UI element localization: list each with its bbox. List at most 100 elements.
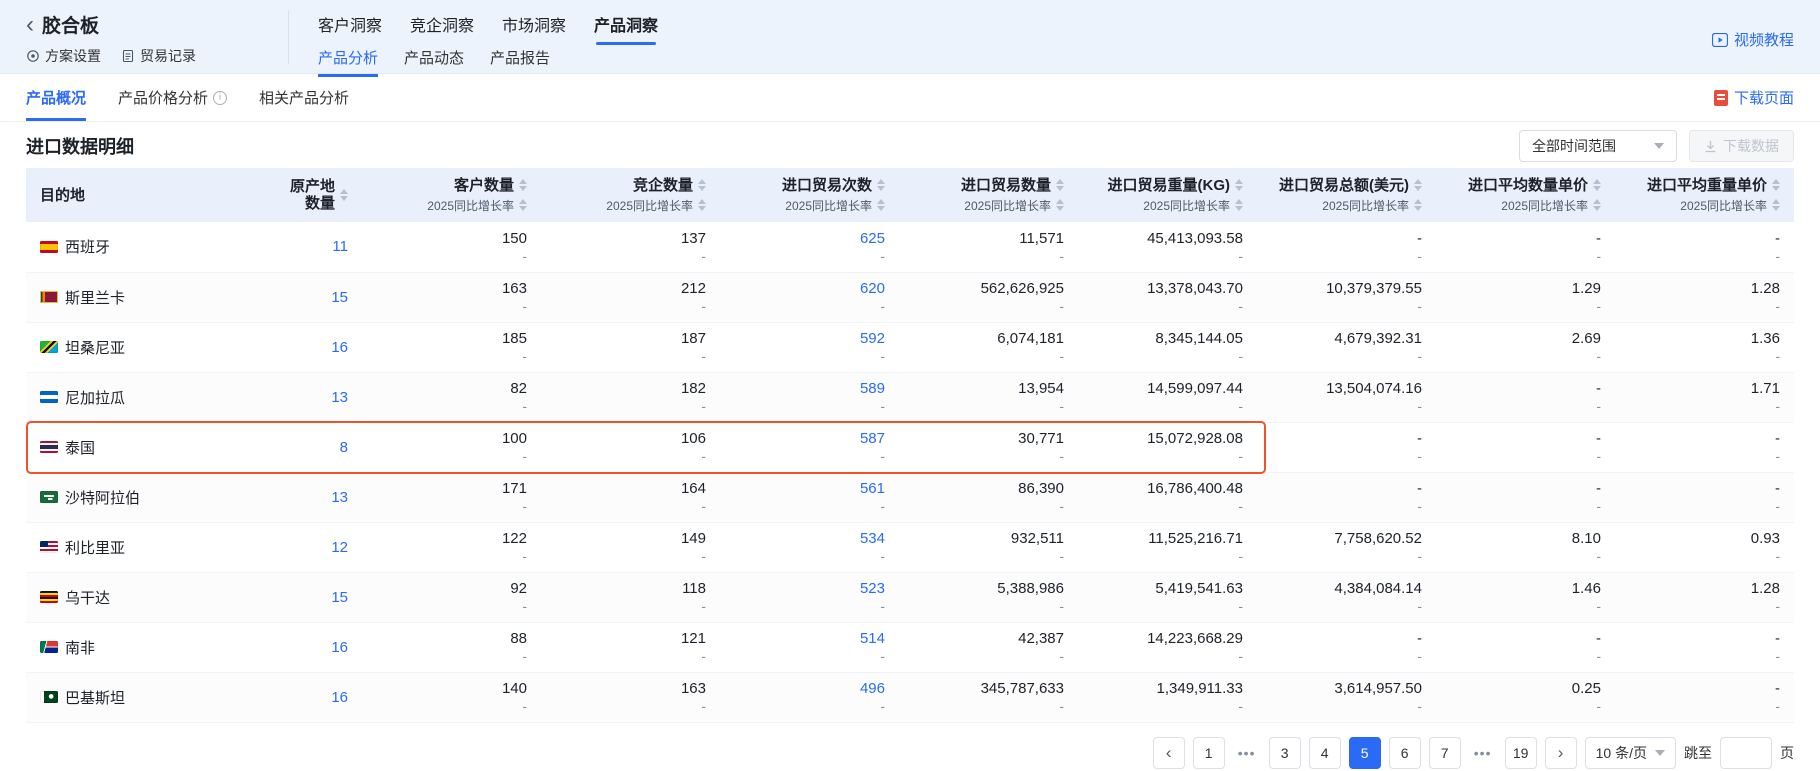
column-header-customers[interactable]: 客户数量2025同比增长率	[362, 168, 541, 222]
sa-flag-icon	[40, 491, 58, 503]
growth-rate-value: -	[1450, 248, 1601, 265]
sub-tab-product-trends[interactable]: 产品动态	[404, 47, 464, 68]
cell-value: 30,771	[913, 429, 1064, 448]
trade-count-link[interactable]: 534	[734, 529, 885, 548]
page-button-7[interactable]: 7	[1429, 737, 1461, 769]
sort-icon[interactable]	[1414, 179, 1422, 191]
origin-count-link[interactable]: 12	[331, 539, 348, 556]
origin-count-link[interactable]: 16	[331, 689, 348, 706]
growth-rate-value: -	[376, 348, 527, 365]
origin-count-link[interactable]: 13	[331, 489, 348, 506]
column-header-origin[interactable]: 原产地数量	[203, 168, 362, 222]
column-header-weight[interactable]: 进口贸易重量(KG)2025同比增长率	[1078, 168, 1257, 222]
sub-tab-product-reports[interactable]: 产品报告	[490, 47, 550, 68]
trade-count-link[interactable]: 589	[734, 379, 885, 398]
video-tutorial-link[interactable]: 视频教程	[1712, 29, 1794, 50]
next-page-button[interactable]: ›	[1545, 737, 1577, 769]
sort-icon[interactable]	[519, 179, 527, 191]
sort-icon[interactable]	[1235, 199, 1243, 211]
trade-count-link[interactable]: 592	[734, 329, 885, 348]
column-header-competitors[interactable]: 竞企数量2025同比增长率	[541, 168, 720, 222]
sort-icon[interactable]	[519, 199, 527, 211]
cell-avg_wt_price: --	[1615, 222, 1794, 272]
sort-icon[interactable]	[877, 199, 885, 211]
page-button-4[interactable]: 4	[1309, 737, 1341, 769]
page-button-1[interactable]: 1	[1193, 737, 1225, 769]
time-range-select[interactable]: 全部时间范围	[1519, 130, 1677, 162]
sub-tab-product-analysis[interactable]: 产品分析	[318, 47, 378, 68]
main-tab-market-insights[interactable]: 市场洞察	[502, 12, 566, 40]
origin-count-link[interactable]: 11	[332, 238, 348, 255]
page-ellipsis[interactable]: •••	[1233, 745, 1261, 761]
trade-count-link[interactable]: 587	[734, 429, 885, 448]
page-size-select[interactable]: 10 条/页	[1585, 737, 1676, 769]
sort-icon[interactable]	[1593, 199, 1601, 211]
sort-icon[interactable]	[1414, 199, 1422, 211]
sort-icon[interactable]	[1056, 179, 1064, 191]
sort-icon[interactable]	[1235, 179, 1243, 191]
sort-icon[interactable]	[340, 189, 348, 201]
back-icon[interactable]: ‹	[26, 14, 34, 36]
video-play-icon	[1712, 33, 1728, 47]
growth-rate-label: 2025同比增长率	[734, 197, 885, 214]
page-button-5[interactable]: 5	[1349, 737, 1381, 769]
origin-count-link[interactable]: 13	[331, 389, 348, 406]
sort-icon[interactable]	[1772, 199, 1780, 211]
origin-count-link[interactable]: 16	[331, 639, 348, 656]
download-page-link[interactable]: 下载页面	[1714, 87, 1794, 108]
page-button-3[interactable]: 3	[1269, 737, 1301, 769]
cell-customers: 122-	[362, 522, 541, 572]
scheme-settings-button[interactable]: 方案设置	[26, 46, 101, 66]
trade-count-link[interactable]: 523	[734, 579, 885, 598]
column-header-avg_wt_price[interactable]: 进口平均重量单价2025同比增长率	[1615, 168, 1794, 222]
sort-icon[interactable]	[1772, 179, 1780, 191]
growth-rate-label: 2025同比增长率	[1271, 197, 1422, 214]
trade-count-link[interactable]: 496	[734, 679, 885, 698]
download-page-label: 下载页面	[1734, 87, 1794, 108]
scheme-settings-label: 方案设置	[45, 46, 101, 66]
trade-count-link[interactable]: 514	[734, 629, 885, 648]
cell-trades: 620-	[720, 272, 899, 322]
sort-icon[interactable]	[1593, 179, 1601, 191]
trade-records-button[interactable]: 贸易记录	[121, 46, 196, 66]
column-header-avg_qty_price[interactable]: 进口平均数量单价2025同比增长率	[1436, 168, 1615, 222]
sort-icon[interactable]	[698, 199, 706, 211]
growth-rate-value: -	[376, 648, 527, 665]
page-button-19[interactable]: 19	[1505, 737, 1537, 769]
main-tab-product-insights[interactable]: 产品洞察	[594, 12, 658, 40]
sort-icon[interactable]	[877, 179, 885, 191]
prev-page-button[interactable]: ‹	[1153, 737, 1185, 769]
origin-count-link[interactable]: 8	[340, 439, 348, 456]
trade-count-link[interactable]: 561	[734, 479, 885, 498]
cell-value: 137	[555, 229, 706, 248]
cell-competitors: 163-	[541, 672, 720, 722]
column-header-quantity[interactable]: 进口贸易数量2025同比增长率	[899, 168, 1078, 222]
cell-customers: 100-	[362, 422, 541, 472]
nav-tab-product-overview[interactable]: 产品概况	[26, 74, 86, 121]
trade-count-link[interactable]: 625	[734, 229, 885, 248]
origin-count-link[interactable]: 15	[331, 289, 348, 306]
cell-trades: 587-	[720, 422, 899, 472]
sort-icon[interactable]	[1056, 199, 1064, 211]
cell-quantity: 6,074,181-	[899, 322, 1078, 372]
growth-rate-text: 2025同比增长率	[1143, 197, 1230, 214]
column-label: 进口贸易数量	[961, 177, 1051, 194]
cell-customers: 185-	[362, 322, 541, 372]
main-tab-customer-insights[interactable]: 客户洞察	[318, 12, 382, 40]
main-tab-competitor-insights[interactable]: 竞企洞察	[410, 12, 474, 40]
jump-page-input[interactable]	[1720, 737, 1772, 769]
cell-value: 5,419,541.63	[1092, 579, 1243, 598]
column-header-total[interactable]: 进口贸易总额(美元)2025同比增长率	[1257, 168, 1436, 222]
sort-icon[interactable]	[698, 179, 706, 191]
download-data-button[interactable]: 下载数据	[1689, 130, 1794, 162]
column-header-trades[interactable]: 进口贸易次数2025同比增长率	[720, 168, 899, 222]
growth-rate-value: -	[734, 298, 885, 315]
page-ellipsis[interactable]: •••	[1469, 745, 1497, 761]
page-button-6[interactable]: 6	[1389, 737, 1421, 769]
origin-count-link[interactable]: 15	[331, 589, 348, 606]
cell-quantity: 42,387-	[899, 622, 1078, 672]
origin-count-link[interactable]: 16	[331, 339, 348, 356]
nav-tab-related-product-analysis[interactable]: 相关产品分析	[259, 74, 349, 121]
trade-count-link[interactable]: 620	[734, 279, 885, 298]
nav-tab-product-price-analysis[interactable]: 产品价格分析i	[118, 74, 227, 121]
